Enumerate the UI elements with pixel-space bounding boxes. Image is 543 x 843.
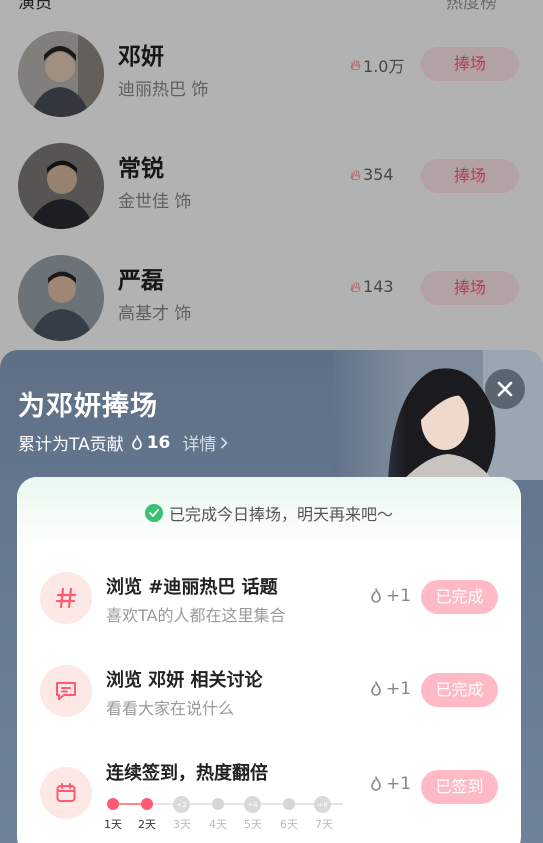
detail-label: 详情 <box>182 435 217 455</box>
task-reward: +1 <box>369 586 411 606</box>
sheet-title: 为邓妍捧场 <box>18 391 158 422</box>
streak-dot-day1 <box>107 798 119 810</box>
streak-day-label: 6天 <box>280 818 298 831</box>
hashtag-icon <box>40 572 92 624</box>
streak-dot-day6 <box>283 798 295 810</box>
chevron-right-icon <box>221 436 229 449</box>
streak-bonus: +2 <box>176 800 187 809</box>
task-desc: 喜欢TA的人都在这里集合 <box>106 606 286 625</box>
flame-outline-icon <box>371 681 381 696</box>
flame-outline-icon <box>371 588 381 603</box>
checked-in-button[interactable]: 已签到 <box>421 770 498 804</box>
task-title: 浏览 #迪丽热巴 话题 <box>106 577 278 598</box>
streak-bonus: +8 <box>317 800 328 809</box>
streak-dot-day7: +8 <box>314 796 331 813</box>
check-circle-icon <box>144 504 163 522</box>
task-item: 浏览 #迪丽热巴 话题 喜欢TA的人都在这里集合 +1 已完成 <box>17 572 521 642</box>
task-title: 浏览 邓妍 相关讨论 <box>106 670 263 691</box>
task-done-button[interactable]: 已完成 <box>421 673 498 707</box>
task-reward-value: +1 <box>386 586 412 606</box>
status-message: 已完成今日捧场，明天再来吧～ <box>17 501 521 525</box>
task-done-button[interactable]: 已完成 <box>421 580 498 614</box>
streak-dot-day2 <box>141 798 153 810</box>
status-text: 已完成今日捧场，明天再来吧～ <box>168 505 393 524</box>
checkin-streak: +2 +4 +8 1天 2天 3天 4天 5天 6天 7天 <box>103 796 353 838</box>
task-card: 已完成今日捧场，明天再来吧～ 浏览 #迪丽热巴 话题 喜欢TA的人都在这里集合 … <box>17 477 521 843</box>
flame-outline-icon <box>131 434 142 450</box>
task-desc: 看看大家在说什么 <box>106 699 235 718</box>
task-title: 连续签到，热度翻倍 <box>106 763 268 784</box>
close-icon <box>497 381 513 397</box>
streak-dot-day4 <box>212 798 224 810</box>
close-button[interactable] <box>485 369 525 409</box>
detail-link[interactable]: 详情 <box>182 430 229 455</box>
task-reward: +1 <box>369 774 411 794</box>
streak-dot-day3: +2 <box>173 796 190 813</box>
task-reward-value: +1 <box>386 774 412 794</box>
flame-outline-icon <box>371 776 381 791</box>
calendar-icon <box>40 767 92 819</box>
streak-day-label: 5天 <box>244 818 262 831</box>
streak-day-label: 4天 <box>209 818 227 831</box>
streak-dot-day5: +4 <box>244 796 261 813</box>
cheer-bottom-sheet: 为邓妍捧场 累计为TA贡献 16 详情 已完成今日捧场，明天再来吧～ 浏览 #迪… <box>0 350 543 843</box>
streak-bonus: +4 <box>247 800 258 809</box>
streak-day-label: 7天 <box>315 818 333 831</box>
streak-day-label: 2天 <box>138 818 156 831</box>
contribution-label: 累计为TA贡献 <box>18 435 124 455</box>
task-reward: +1 <box>369 679 411 699</box>
task-item: 连续签到，热度翻倍 +2 +4 +8 1天 2天 3天 4天 5天 6天 7天 <box>17 758 521 843</box>
streak-day-label: 3天 <box>173 818 191 831</box>
streak-day-label: 1天 <box>104 818 122 831</box>
comment-icon <box>40 665 92 717</box>
contribution-summary: 累计为TA贡献 16 详情 <box>18 430 229 455</box>
task-item: 浏览 邓妍 相关讨论 看看大家在说什么 +1 已完成 <box>17 665 521 735</box>
contribution-count: 16 <box>146 432 171 453</box>
task-reward-value: +1 <box>386 679 412 699</box>
